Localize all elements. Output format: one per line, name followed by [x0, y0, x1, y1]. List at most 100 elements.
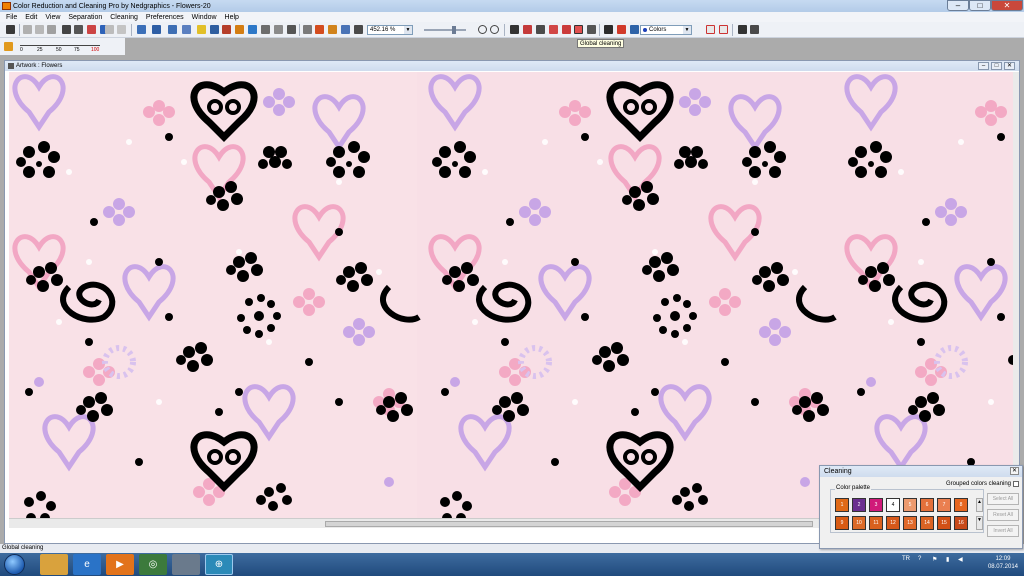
- select-all-button[interactable]: Select All: [987, 493, 1019, 505]
- media-player-icon[interactable]: ▶: [106, 554, 134, 575]
- app-window-icon[interactable]: [172, 554, 200, 575]
- palette-swatch[interactable]: 8: [954, 498, 968, 512]
- network-tray-icon[interactable]: ▮: [946, 556, 949, 563]
- select-tool-icon[interactable]: [137, 25, 146, 34]
- palette-swatch[interactable]: 3: [869, 498, 883, 512]
- internet-explorer-icon[interactable]: e: [73, 554, 101, 575]
- start-button[interactable]: [4, 554, 25, 575]
- frame-select-icon[interactable]: [719, 25, 728, 34]
- palette-swatch[interactable]: 5: [903, 498, 917, 512]
- global-cleaning-icon[interactable]: [574, 25, 583, 34]
- maximize-button[interactable]: □: [969, 0, 991, 11]
- tile-grid-icon[interactable]: [287, 25, 296, 34]
- menu-window[interactable]: Window: [190, 14, 219, 21]
- palette-swatch[interactable]: 6: [920, 498, 934, 512]
- menu-view[interactable]: View: [43, 14, 62, 21]
- palette-swatch[interactable]: 9: [835, 516, 849, 530]
- print-preview-icon[interactable]: [74, 25, 83, 34]
- zoom-select[interactable]: 452.16 % ▼: [367, 25, 413, 35]
- frame-icon[interactable]: [706, 25, 715, 34]
- menu-help[interactable]: Help: [223, 14, 241, 21]
- line-tool-icon[interactable]: [536, 25, 545, 34]
- palette-scroll-up[interactable]: ▲: [976, 498, 983, 512]
- color-tool-icon[interactable]: [617, 25, 626, 34]
- fit-icon[interactable]: [303, 25, 312, 34]
- palette-swatch[interactable]: 4: [886, 498, 900, 512]
- close-button[interactable]: ✕: [991, 0, 1023, 11]
- chevron-down-icon[interactable]: ▼: [404, 26, 412, 34]
- menu-edit[interactable]: Edit: [23, 14, 39, 21]
- view-icon[interactable]: [248, 25, 257, 34]
- save-icon[interactable]: [6, 25, 15, 34]
- grouped-colors-option[interactable]: Grouped colors cleaning: [946, 481, 1019, 487]
- menu-separation[interactable]: Separation: [66, 14, 104, 21]
- palette-icon[interactable]: [235, 25, 244, 34]
- tile-icon[interactable]: [274, 25, 283, 34]
- doc-minimize-button[interactable]: –: [978, 62, 989, 70]
- clean-tool-icon[interactable]: [549, 25, 558, 34]
- zoom-in-icon[interactable]: [478, 25, 487, 34]
- grid-tool-icon[interactable]: [182, 25, 191, 34]
- menu-cleaning[interactable]: Cleaning: [108, 14, 140, 21]
- tolerance-ruler[interactable]: 0 25 50 75 100: [20, 40, 120, 53]
- vertical-scrollbar[interactable]: [1013, 72, 1019, 528]
- colors-select[interactable]: Colors ▼: [640, 25, 692, 35]
- settings-icon[interactable]: [738, 25, 747, 34]
- palette-swatch[interactable]: 1: [835, 498, 849, 512]
- bucket-icon[interactable]: [604, 25, 613, 34]
- move-tool-icon[interactable]: [152, 25, 161, 34]
- cut-icon[interactable]: [23, 25, 32, 34]
- grouped-colors-checkbox[interactable]: [1013, 481, 1019, 487]
- palette-swatch[interactable]: 7: [937, 498, 951, 512]
- chrome-icon[interactable]: ◎: [139, 554, 167, 575]
- local-cleaning-icon[interactable]: [562, 25, 571, 34]
- palette-swatch[interactable]: 15: [937, 516, 951, 530]
- marker-tool-icon[interactable]: [197, 25, 206, 34]
- palette-swatch[interactable]: 16: [954, 516, 968, 530]
- palette-swatch[interactable]: 10: [852, 516, 866, 530]
- redo-icon[interactable]: [117, 25, 126, 34]
- explorer-icon[interactable]: [40, 554, 68, 575]
- paste-icon[interactable]: [47, 25, 56, 34]
- artwork-canvas[interactable]: [9, 72, 1015, 528]
- print-icon[interactable]: [62, 25, 71, 34]
- palette-swatch[interactable]: 12: [886, 516, 900, 530]
- reset-all-button[interactable]: Reset All: [987, 509, 1019, 521]
- wand-icon[interactable]: [587, 25, 596, 34]
- undo-icon[interactable]: [105, 25, 114, 34]
- zoom-out-icon[interactable]: [490, 25, 499, 34]
- color-pick-icon[interactable]: [328, 25, 337, 34]
- clock[interactable]: 12:09 08.07.2014: [988, 555, 1018, 571]
- chevron-down-icon[interactable]: ▼: [683, 26, 691, 34]
- horizontal-scroll-thumb[interactable]: [325, 521, 813, 527]
- palette-swatch[interactable]: 13: [903, 516, 917, 530]
- minimize-button[interactable]: –: [947, 0, 969, 11]
- flag-tray-icon[interactable]: ⚑: [932, 556, 937, 563]
- menu-file[interactable]: File: [4, 14, 19, 21]
- swap-icon[interactable]: [222, 25, 231, 34]
- pencil-icon[interactable]: [510, 25, 519, 34]
- zoom-slider-thumb[interactable]: [452, 26, 456, 34]
- color-reduction-app-icon[interactable]: ⊕: [205, 554, 233, 575]
- palette-scroll-down[interactable]: ▼: [976, 516, 983, 530]
- speaker-tray-icon[interactable]: ◀: [958, 556, 963, 563]
- close-icon[interactable]: ✕: [1010, 467, 1019, 475]
- help-tray-icon[interactable]: ?: [918, 556, 921, 562]
- grid-view-icon[interactable]: [261, 25, 270, 34]
- menu-preferences[interactable]: Preferences: [144, 14, 186, 21]
- palette-swatch[interactable]: 14: [920, 516, 934, 530]
- doc-close-button[interactable]: ✕: [1004, 62, 1015, 70]
- palette-swatch[interactable]: 11: [869, 516, 883, 530]
- check-icon[interactable]: [750, 25, 759, 34]
- doc-restore-button[interactable]: □: [991, 62, 1002, 70]
- brush-icon[interactable]: [341, 25, 350, 34]
- copy-icon[interactable]: [35, 25, 44, 34]
- layers-icon[interactable]: [210, 25, 219, 34]
- crop-tool-icon[interactable]: [168, 25, 177, 34]
- eyedropper-icon[interactable]: [630, 25, 639, 34]
- zoom-slider[interactable]: [424, 26, 466, 34]
- fill-icon[interactable]: [315, 25, 324, 34]
- palette-swatch[interactable]: 2: [852, 498, 866, 512]
- language-indicator[interactable]: TR: [902, 556, 910, 562]
- eraser-icon[interactable]: [523, 25, 532, 34]
